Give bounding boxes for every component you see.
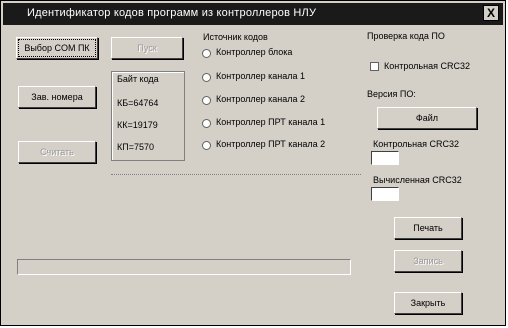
close-icon[interactable]: X [483,5,499,21]
write-button[interactable]: Запись [394,250,462,272]
kp-value: КП=7570 [117,142,154,152]
radio-icon[interactable] [202,73,211,82]
print-button[interactable]: Печать [394,217,462,239]
progress-bar [17,259,351,275]
start-button[interactable]: Пуск [111,37,183,59]
factory-numbers-button[interactable]: Зав. номера [18,86,96,108]
separator [111,174,361,175]
radio-icon[interactable] [202,96,211,105]
radio-icon[interactable] [202,141,211,150]
control-crc-label: Контрольная CRC32 [373,139,459,149]
computed-crc-field[interactable] [371,187,399,201]
code-byte-header: Байт кода [117,74,159,84]
file-button[interactable]: Файл [377,107,477,129]
read-button[interactable]: Считать [18,141,96,163]
radio-icon[interactable] [202,119,211,128]
window-title: Идентификатор кодов программ из контролл… [27,7,317,19]
dialog-window: Идентификатор кодов программ из контролл… [0,0,506,326]
crc32-checkbox[interactable] [370,62,379,71]
source-header: Источник кодов [203,32,268,42]
title-bar: Идентификатор кодов программ из контролл… [3,3,503,25]
computed-crc-label: Вычисленная CRC32 [373,175,462,185]
version-label: Версия ПО: [367,89,416,99]
control-crc-field[interactable] [371,151,399,165]
check-header: Проверка кода ПО [367,31,445,41]
close-button[interactable]: Закрыть [394,292,462,314]
radio-icon[interactable] [202,49,211,58]
kb-value: КБ=64764 [117,98,159,108]
crc32-checkbox-label: Контрольная CRC32 [384,61,470,71]
kk-value: КК=19179 [117,120,158,130]
select-com-button[interactable]: Выбор COM ПК [16,37,98,59]
